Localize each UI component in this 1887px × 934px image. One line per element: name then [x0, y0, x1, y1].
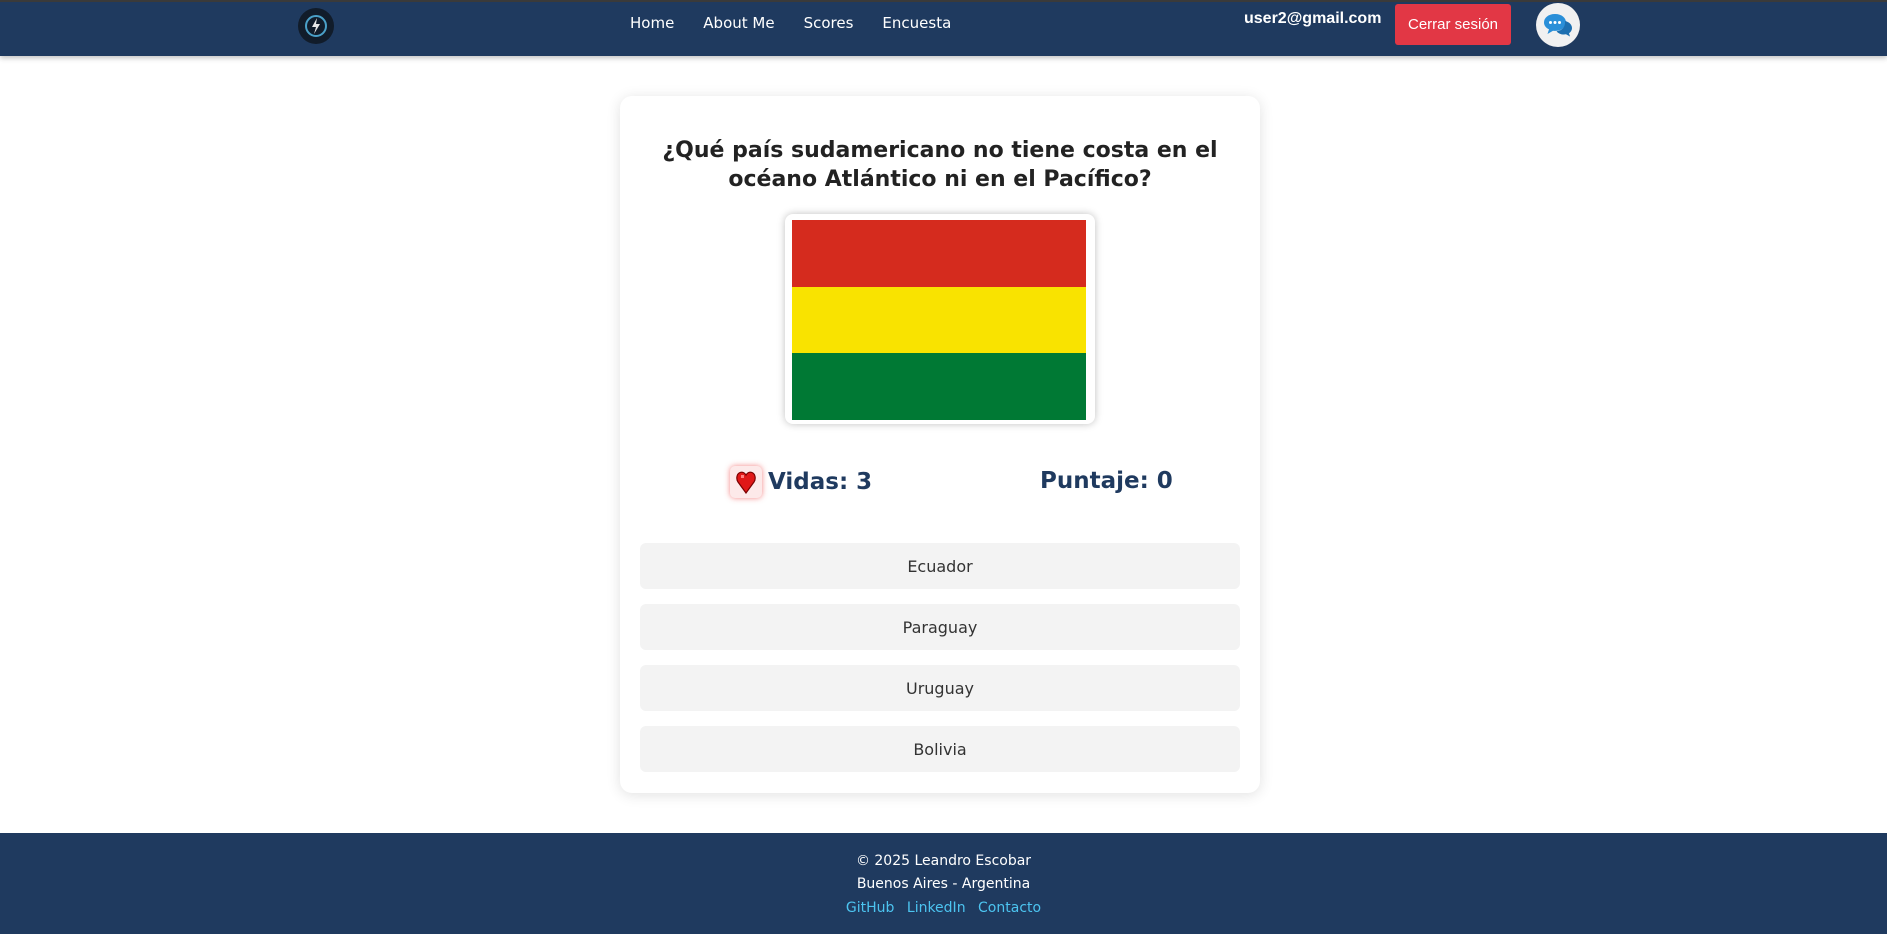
- footer-links: GitHub LinkedIn Contacto: [0, 900, 1887, 916]
- answer-options: Ecuador Paraguay Uruguay Bolivia: [640, 543, 1240, 787]
- nav-scores-link[interactable]: Scores: [804, 14, 854, 32]
- nav-encuesta-link[interactable]: Encuesta: [882, 14, 951, 32]
- user-email: user2@gmail.com: [1244, 10, 1382, 27]
- lives-counter: Vidas: 3: [730, 466, 872, 498]
- chat-button[interactable]: [1536, 3, 1580, 47]
- heart-icon: [730, 466, 762, 498]
- quiz-card: ¿Qué país sudamericano no tiene costa en…: [620, 96, 1260, 793]
- flag-image-frame: [785, 214, 1095, 424]
- nav-home-link[interactable]: Home: [630, 14, 674, 32]
- flag-stripe-yellow: [792, 286, 1086, 354]
- footer-linkedin-link[interactable]: LinkedIn: [907, 900, 966, 916]
- flag-image: [792, 220, 1086, 421]
- lives-label: Vidas: 3: [768, 469, 873, 495]
- navbar: Home About Me Scores Encuesta user2@gmai…: [0, 0, 1887, 56]
- footer: © 2025 Leandro Escobar Buenos Aires - Ar…: [0, 833, 1887, 934]
- footer-location: Buenos Aires - Argentina: [856, 876, 1031, 892]
- footer-copyright: © 2025 Leandro Escobar: [855, 853, 1032, 869]
- logout-button[interactable]: Cerrar sesión: [1395, 4, 1511, 45]
- flag-stripe-red: [792, 220, 1086, 287]
- option-paraguay-button[interactable]: Paraguay: [640, 604, 1240, 650]
- option-ecuador-button[interactable]: Ecuador: [640, 543, 1240, 589]
- chat-bubbles-icon: [1544, 14, 1572, 37]
- score-label: Puntaje: 0: [1040, 468, 1173, 494]
- footer-github-link[interactable]: GitHub: [846, 900, 895, 916]
- stats-row: Vidas: 3 Puntaje: 0: [620, 466, 1260, 500]
- option-bolivia-button[interactable]: Bolivia: [640, 726, 1240, 772]
- option-uruguay-button[interactable]: Uruguay: [640, 665, 1240, 711]
- main-nav: Home About Me Scores Encuesta: [630, 14, 980, 32]
- question-text: ¿Qué país sudamericano no tiene costa en…: [662, 138, 1218, 192]
- bolt-logo-icon[interactable]: [298, 8, 334, 44]
- footer-contacto-link[interactable]: Contacto: [978, 900, 1041, 916]
- flag-stripe-green: [792, 353, 1086, 421]
- nav-about-link[interactable]: About Me: [703, 14, 774, 32]
